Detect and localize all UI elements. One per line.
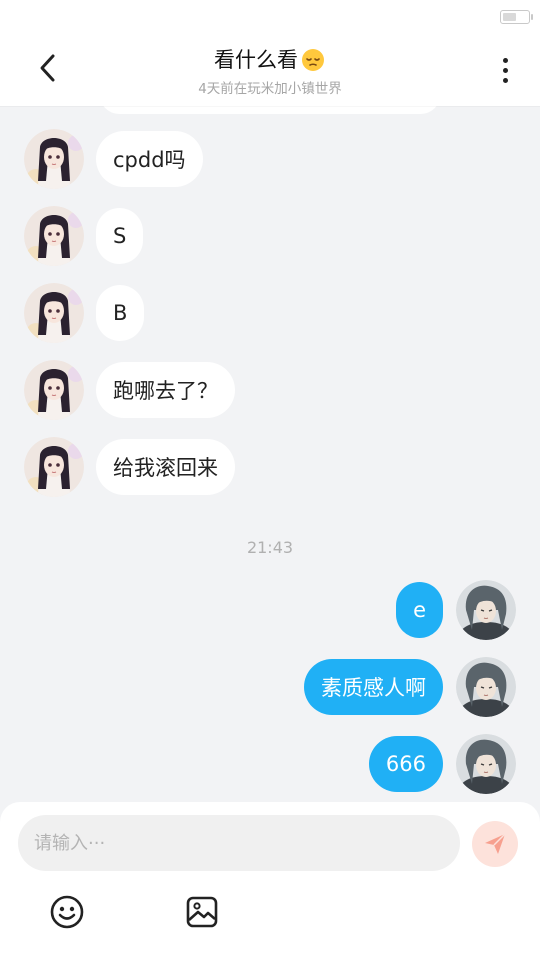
- chevron-left-icon: [40, 54, 55, 82]
- contact-avatar[interactable]: [24, 437, 84, 497]
- battery-icon: [500, 10, 533, 24]
- emoji-button[interactable]: [47, 892, 87, 932]
- chat-header: 看什么看 4天前在玩米加小镇世界: [0, 34, 540, 106]
- contact-avatar[interactable]: [24, 360, 84, 420]
- more-options-button[interactable]: [490, 52, 520, 88]
- pensive-face-emoji-icon: [302, 49, 324, 71]
- battery-level: [503, 13, 517, 21]
- message-bubble[interactable]: 跑哪去了？: [96, 362, 235, 418]
- contact-avatar[interactable]: [24, 283, 84, 343]
- message-bubble[interactable]: 666: [368, 736, 443, 792]
- message-bubble[interactable]: B: [96, 285, 145, 341]
- my-avatar[interactable]: [456, 657, 516, 717]
- message-bubble[interactable]: S: [96, 208, 144, 264]
- message-row-incoming: S: [0, 206, 540, 266]
- composer-panel: [0, 802, 540, 960]
- contact-avatar[interactable]: [24, 129, 84, 189]
- title-block: 看什么看 4天前在玩米加小镇世界: [120, 44, 420, 97]
- message-row-outgoing: 素质感人啊: [0, 657, 540, 717]
- my-avatar[interactable]: [456, 580, 516, 640]
- message-input[interactable]: [18, 815, 460, 871]
- message-row-outgoing: e: [0, 580, 540, 640]
- contact-name: 看什么看: [214, 48, 298, 72]
- message-list[interactable]: cpdd吗 S B 跑哪去了？ 给我滚回来 21:43 e 素质感人啊 666: [0, 106, 540, 802]
- back-button[interactable]: [30, 50, 66, 86]
- timestamp-divider: 21:43: [246, 538, 294, 557]
- send-button[interactable]: [472, 821, 518, 867]
- message-bubble[interactable]: e: [396, 582, 443, 638]
- message-bubble[interactable]: cpdd吗: [96, 131, 203, 187]
- last-active-status: 4天前在玩米加小镇世界: [198, 81, 342, 97]
- image-button[interactable]: [182, 892, 222, 932]
- chat-title: 看什么看: [214, 44, 326, 74]
- message-bubble[interactable]: 素质感人啊: [304, 659, 443, 715]
- more-vertical-icon: [502, 57, 508, 63]
- message-row-outgoing: 666: [0, 734, 540, 794]
- paper-plane-icon: [485, 833, 506, 854]
- message-row-incoming: 给我滚回来: [0, 437, 540, 497]
- message-bubble[interactable]: 给我滚回来: [96, 439, 235, 495]
- my-avatar[interactable]: [456, 734, 516, 794]
- contact-avatar[interactable]: [24, 206, 84, 266]
- status-bar: [0, 0, 540, 34]
- image-icon: [186, 896, 218, 928]
- message-row-incoming: 跑哪去了？: [0, 360, 540, 420]
- smiley-icon: [50, 895, 84, 929]
- message-row-incoming: B: [0, 283, 540, 343]
- message-row-incoming: cpdd吗: [0, 129, 540, 189]
- previous-message-bubble: [100, 106, 440, 114]
